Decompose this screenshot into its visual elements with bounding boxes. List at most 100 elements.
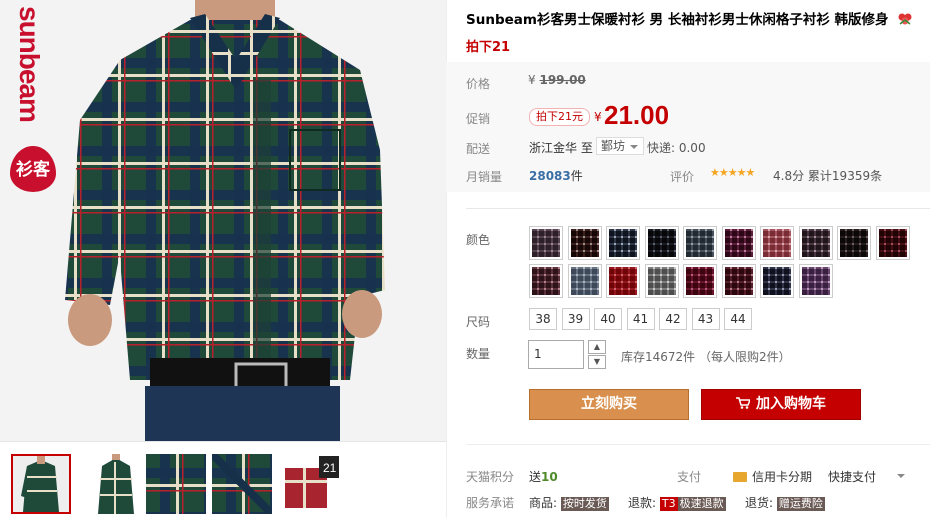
color-swatch[interactable] — [606, 264, 640, 298]
points-label: 天猫积分 — [466, 470, 515, 484]
shirt-swatch-icon — [724, 267, 753, 295]
points-prefix: 送 — [529, 470, 542, 484]
shirt-swatch-icon — [878, 229, 907, 257]
promise-goods: 商品: 按时发货 — [529, 494, 609, 511]
rating-label: 评价 — [670, 170, 695, 184]
color-swatch[interactable] — [683, 226, 717, 260]
color-swatch[interactable] — [875, 226, 910, 260]
color-swatch[interactable] — [721, 264, 756, 298]
chevron-up-icon: ▲ — [593, 342, 601, 351]
color-swatch[interactable] — [721, 226, 756, 260]
quantity-decrease-button[interactable]: ▼ — [588, 355, 606, 369]
color-swatch[interactable] — [606, 226, 640, 260]
product-subtitle: 拍下21 — [466, 40, 511, 55]
credit-card-installment[interactable]: 信用卡分期 — [733, 468, 812, 485]
quantity-increase-button[interactable]: ▲ — [588, 340, 606, 354]
color-swatch[interactable] — [760, 264, 794, 298]
color-swatch[interactable] — [567, 264, 602, 298]
service-promise-label: 服务承诺 — [466, 496, 515, 510]
size-option[interactable]: 44 — [724, 308, 752, 330]
shirt-swatch-icon — [763, 229, 791, 257]
buy-now-button[interactable]: 立刻购买 — [529, 389, 689, 420]
original-price-value: 199.00 — [539, 73, 586, 87]
brand-logo-badge: 衫客 — [10, 146, 56, 192]
color-swatch[interactable] — [567, 226, 602, 260]
promise-goods-tag[interactable]: 按时发货 — [560, 497, 609, 511]
product-title-text: Sunbeam衫客男士保暖衬衫 男 长袖衬衫男士休闲格子衬衫 韩版修身 — [466, 12, 889, 28]
credit-card-icon — [733, 472, 747, 482]
color-swatch[interactable] — [529, 264, 563, 298]
color-swatch[interactable] — [837, 226, 871, 260]
destination-city-select[interactable]: 鄞坊 — [596, 137, 645, 155]
add-to-cart-button[interactable]: 加入购物车 — [701, 389, 861, 420]
color-swatch[interactable] — [644, 226, 679, 260]
stock-info: 库存14672件 （每人限购2件） — [621, 350, 791, 364]
shirt-swatch-icon — [724, 229, 753, 257]
chevron-down-icon: ▼ — [593, 357, 601, 366]
promise-return: 退货: 赠运费险 — [745, 494, 825, 511]
main-product-image[interactable]: sunbeam 衫客 — [0, 0, 446, 441]
original-price-currency: ¥ — [528, 73, 536, 87]
rating-stars-icon: ★★★★★ — [710, 166, 755, 179]
thumbnail-1[interactable] — [11, 454, 71, 514]
product-title: Sunbeam衫客男士保暖衬衫 男 长袖衬衫男士休闲格子衬衫 韩版修身 — [466, 10, 922, 31]
shipping-label: 配送 — [466, 142, 491, 156]
shirt-swatch-icon — [801, 229, 830, 257]
shirt-swatch-icon — [647, 229, 676, 257]
size-option[interactable]: 42 — [659, 308, 687, 330]
shirt-swatch-icon — [532, 267, 560, 295]
promise-return-label: 退货: — [745, 496, 774, 510]
size-option[interactable]: 40 — [594, 308, 622, 330]
quantity-input[interactable]: 1 — [528, 340, 584, 369]
monthly-sales: 28083件 — [529, 167, 583, 184]
rating-score[interactable]: 4.8分 累计19359条 — [773, 167, 882, 184]
divider — [466, 208, 930, 209]
promo-badge: 拍下21元 — [529, 108, 590, 126]
promise-refund-tag[interactable]: 极速退款 — [677, 497, 726, 511]
divider — [466, 444, 930, 445]
rating-value: 4.8分 — [773, 169, 805, 183]
points-value: 10 — [541, 470, 558, 484]
size-option[interactable]: 41 — [626, 308, 655, 330]
thumbnail-strip: 21 — [0, 441, 446, 518]
shirt-swatch-icon — [570, 229, 599, 257]
monthly-sales-count: 28083 — [529, 169, 571, 183]
size-option[interactable]: 39 — [561, 308, 590, 330]
shirt-swatch-icon — [686, 229, 714, 257]
shirt-swatch-icon — [686, 267, 714, 295]
shirt-swatch-icon — [840, 229, 868, 257]
color-swatch[interactable] — [760, 226, 794, 260]
thumbnail-2[interactable] — [86, 454, 146, 514]
shirt-swatch-icon — [647, 267, 676, 295]
promise-return-tag[interactable]: 赠运费险 — [776, 497, 825, 511]
cart-icon — [736, 390, 752, 419]
color-swatch[interactable] — [683, 264, 717, 298]
color-swatch[interactable] — [644, 264, 679, 298]
promise-goods-label: 商品: — [529, 496, 558, 510]
promo-price: 21.00 — [604, 100, 670, 130]
thumbnail-4[interactable] — [212, 454, 272, 514]
shirt-swatch-icon — [570, 267, 599, 295]
product-page: sunbeam 衫客 21 Sunbeam衫客男士保暖衬衫 男 长袖衬衫男士休闲… — [0, 0, 930, 518]
shirt-swatch-icon — [801, 267, 830, 295]
thumbnail-5[interactable]: 21 — [281, 454, 341, 514]
shirt-photo — [65, 0, 385, 441]
t3-badge: T3 — [659, 497, 678, 511]
chevron-down-icon[interactable] — [897, 474, 905, 482]
color-swatch[interactable] — [798, 226, 833, 260]
points-info: 送10 — [529, 468, 558, 485]
credit-card-label: 信用卡分期 — [752, 470, 813, 484]
size-option[interactable]: 43 — [691, 308, 720, 330]
shirt-swatch-icon — [763, 267, 791, 295]
shipping-from: 浙江金华 至 — [529, 141, 593, 155]
thumbnail-3[interactable] — [146, 454, 206, 514]
monthly-sales-label: 月销量 — [466, 170, 503, 184]
color-swatch[interactable] — [798, 264, 833, 298]
promise-refund-label: 退款: — [628, 496, 657, 510]
size-option[interactable]: 38 — [529, 308, 557, 330]
color-swatch[interactable] — [529, 226, 563, 260]
promise-refund: 退款: T3 极速退款 — [628, 494, 726, 511]
promo-currency: ¥ — [594, 110, 602, 124]
quick-pay[interactable]: 快捷支付 — [828, 468, 876, 485]
shirt-swatch-icon — [532, 229, 560, 257]
